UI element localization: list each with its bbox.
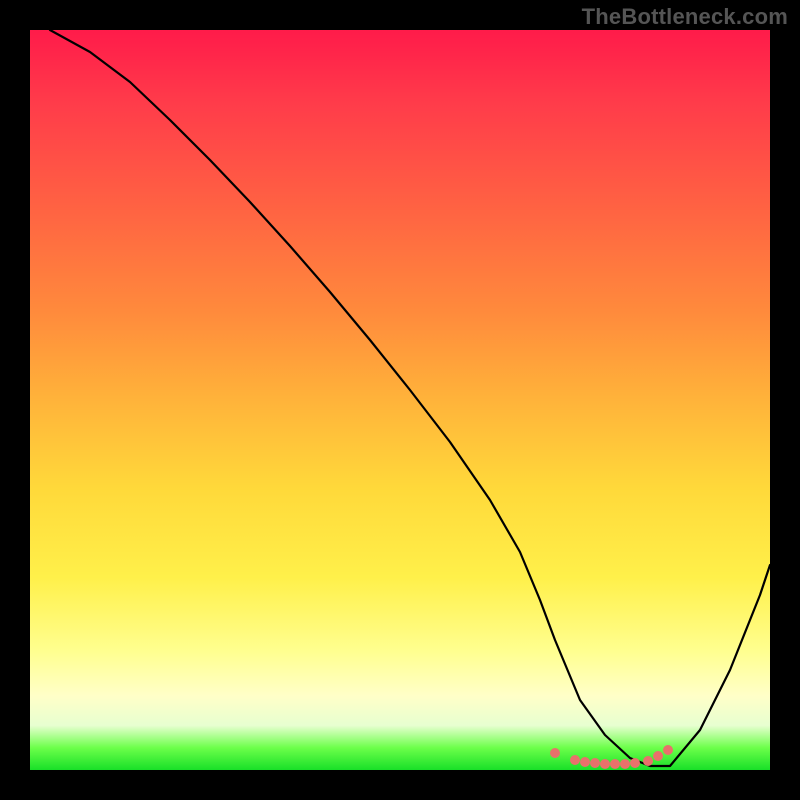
marker-dot [643, 756, 653, 766]
marker-dot [600, 759, 610, 769]
marker-dot [570, 755, 580, 765]
marker-dot [550, 748, 560, 758]
watermark-text: TheBottleneck.com [582, 4, 788, 30]
chart-frame: TheBottleneck.com [0, 0, 800, 800]
marker-dot [653, 751, 663, 761]
marker-dot [663, 745, 673, 755]
marker-dot [630, 758, 640, 768]
marker-dot [590, 758, 600, 768]
gradient-plot-area [30, 30, 770, 770]
marker-dot [580, 757, 590, 767]
curve-layer [30, 30, 770, 770]
marker-dot [610, 759, 620, 769]
marker-dot [620, 759, 630, 769]
main-curve [50, 30, 770, 766]
